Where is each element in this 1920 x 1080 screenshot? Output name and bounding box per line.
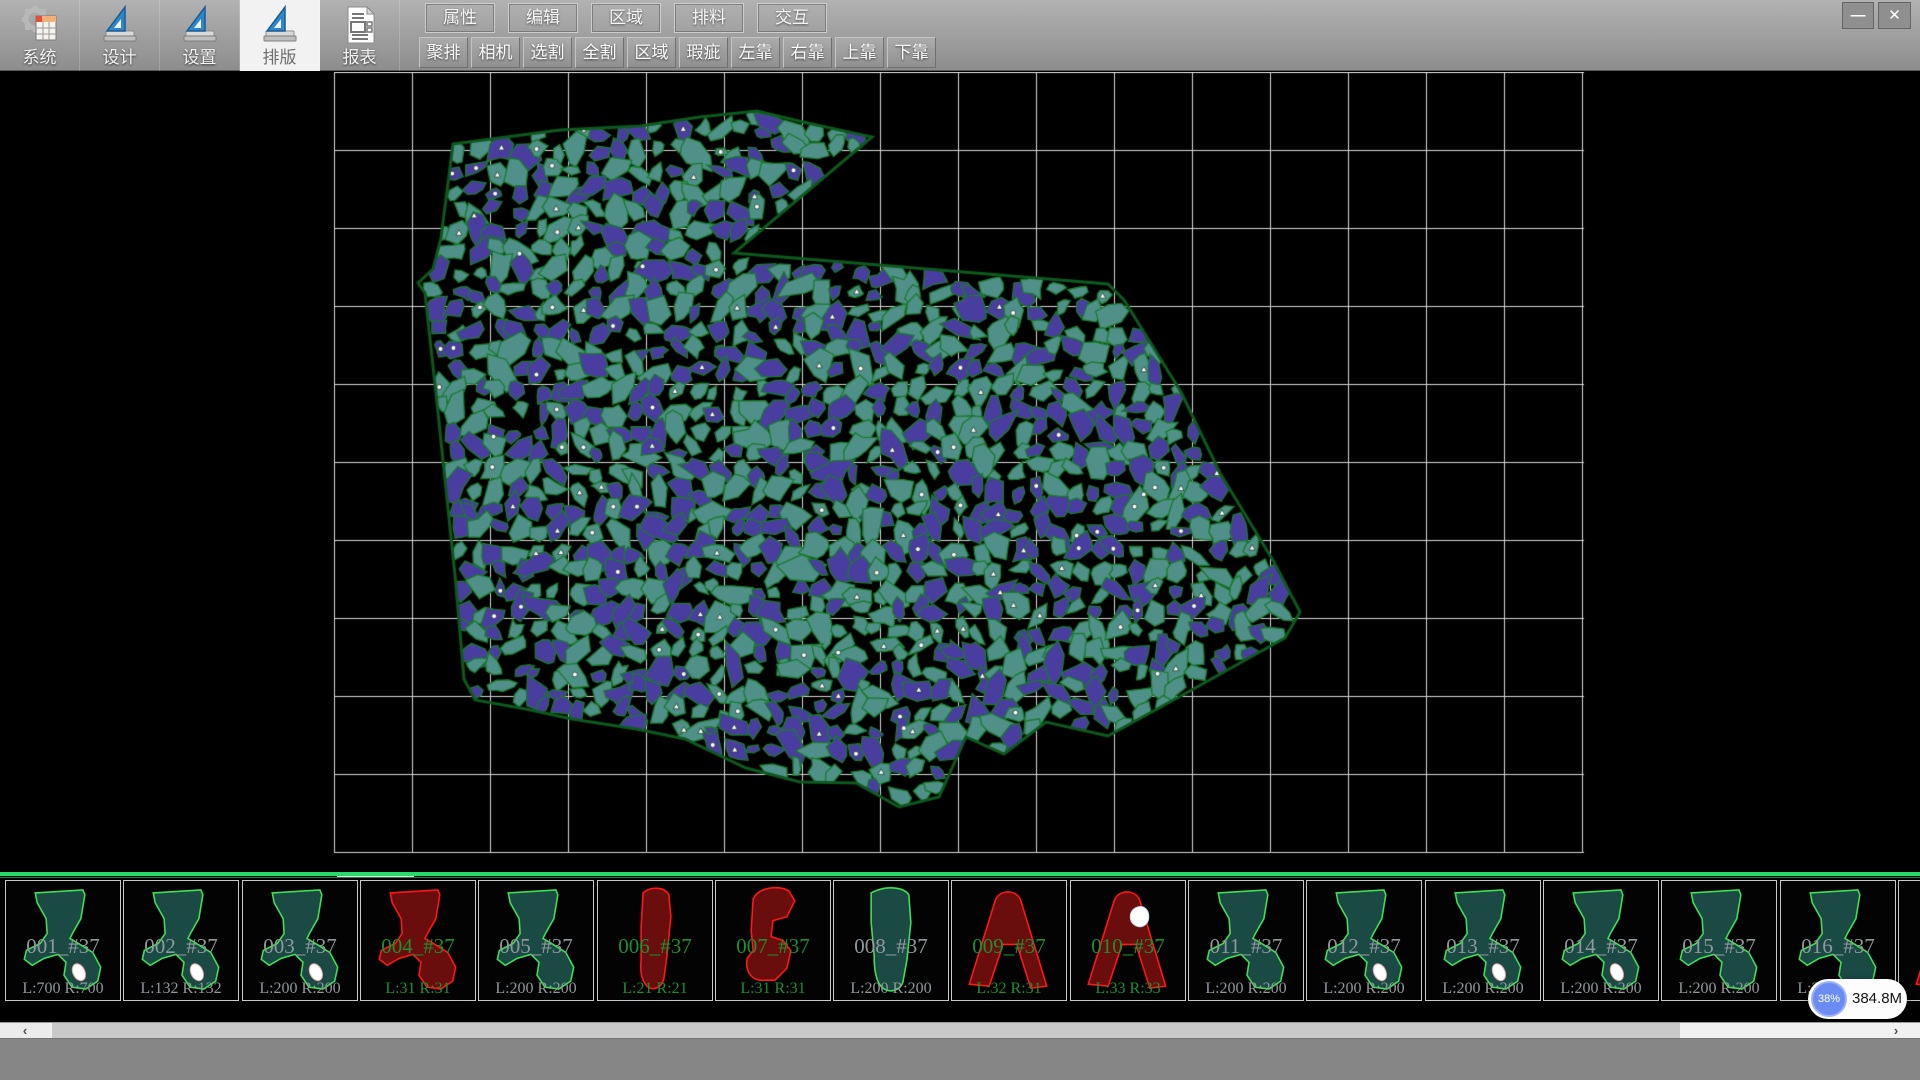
- close-button[interactable]: ✕: [1878, 2, 1911, 29]
- piece-lr-label: L:31 R:31: [716, 980, 830, 998]
- module-nesting[interactable]: 排版: [240, 0, 320, 71]
- piece-lr-label: L:200 R:200: [479, 980, 593, 998]
- tool-button-bar: 聚排相机选割全割区域瑕疵左靠右靠上靠下靠: [419, 37, 936, 68]
- piece-id-label: 004_#37: [361, 934, 475, 959]
- strip-item-010_37[interactable]: 010_#37 L:33 R:33: [1070, 880, 1186, 1001]
- module-settings[interactable]: 设置: [160, 0, 240, 71]
- module-label: 设计: [80, 43, 159, 68]
- piece-lr-label: L:132 R:132: [124, 980, 238, 998]
- piece-id-label: 012_#37: [1307, 934, 1421, 959]
- nesting-workspace[interactable]: [0, 72, 1920, 870]
- scroll-right-arrow-icon[interactable]: ›: [1884, 1023, 1908, 1038]
- report-document-icon: [339, 4, 381, 46]
- strip-item-015_37[interactable]: 015_#37 L:200 R:200: [1661, 880, 1777, 1001]
- menu-tab-region[interactable]: 区域: [591, 3, 661, 33]
- tool-snap-bottom[interactable]: 下靠: [887, 37, 936, 68]
- piece-id-label: 008_#37: [834, 934, 948, 959]
- menu-tab-nest[interactable]: 排料: [674, 3, 744, 33]
- memory-percent: 38%: [1811, 981, 1847, 1017]
- strip-item-013_37[interactable]: 013_#37 L:200 R:200: [1425, 880, 1541, 1001]
- menu-tab-edit[interactable]: 编辑: [508, 3, 578, 33]
- tool-defect[interactable]: 瑕疵: [679, 37, 728, 68]
- nesting-canvas[interactable]: [0, 72, 1920, 870]
- piece-lr-label: L:21 R:21: [598, 980, 712, 998]
- piece-id-label: 011_#37: [1189, 934, 1303, 959]
- scrollbar-thumb[interactable]: [52, 1023, 1680, 1038]
- ribbon-toolbar: 系统设计设置排版报表 属性编辑区域排料交互 聚排相机选割全割区域瑕疵左靠右靠上靠…: [0, 0, 1920, 71]
- piece-id-label: 013_#37: [1426, 934, 1540, 959]
- strip-item-008_37[interactable]: 008_#37 L:200 R:200: [833, 880, 949, 1001]
- piece-lr-label: L:200 R:200: [1307, 980, 1421, 998]
- piece-lr-label: L:200 R:200: [1189, 980, 1303, 998]
- horizontal-scrollbar[interactable]: ‹ ›: [0, 1022, 1920, 1038]
- system-gear-icon: [19, 4, 61, 46]
- strip-item-001_37[interactable]: 001_#37 L:700 R:700: [5, 880, 121, 1001]
- set-square-ruler-icon: [259, 4, 301, 46]
- strip-item-002_37[interactable]: 002_#37 L:132 R:132: [123, 880, 239, 1001]
- piece-lr-label: L:200 R:200: [834, 980, 948, 998]
- module-label: 排版: [240, 43, 319, 68]
- piece-id-label: 016_#37: [1781, 934, 1895, 959]
- module-design[interactable]: 设计: [80, 0, 160, 71]
- strip-item-003_37[interactable]: 003_#37 L:200 R:200: [242, 880, 358, 1001]
- set-square-ruler-icon: [99, 4, 141, 46]
- piece-lr-label: L:200 R:200: [243, 980, 357, 998]
- module-label: 报表: [320, 43, 399, 68]
- strip-accent-line: [0, 872, 1920, 876]
- piece-lr-label: L:31 R:31: [361, 980, 475, 998]
- piece-id-label: 001_#37: [6, 934, 120, 959]
- module-label: 系统: [0, 43, 79, 68]
- piece-id-label: 009_#37: [952, 934, 1066, 959]
- strip-item-007_37[interactable]: 007_#37 L:31 R:31: [715, 880, 831, 1001]
- module-report[interactable]: 报表: [320, 0, 400, 71]
- piece-id-label: 015_#37: [1662, 934, 1776, 959]
- minimize-button[interactable]: —: [1842, 2, 1874, 29]
- piece-lr-label: L:32 R:31: [952, 980, 1066, 998]
- piece-lr-label: L:700 R:700: [6, 980, 120, 998]
- module-system[interactable]: 系统: [0, 0, 80, 71]
- piece-id-label: 005_#37: [479, 934, 593, 959]
- tool-snap-left[interactable]: 左靠: [731, 37, 780, 68]
- strip-item-005_37[interactable]: 005_#37 L:200 R:200: [478, 880, 594, 1001]
- menu-tab-interact[interactable]: 交互: [757, 3, 827, 33]
- tool-camera[interactable]: 相机: [471, 37, 520, 68]
- piece-lr-label: L:200 R:200: [1544, 980, 1658, 998]
- strip-item-006_37[interactable]: 006_#37 L:21 R:21: [597, 880, 713, 1001]
- tool-region[interactable]: 区域: [627, 37, 676, 68]
- piece-id-label: 007_#37: [716, 934, 830, 959]
- piece-id-label: 002_#37: [124, 934, 238, 959]
- strip-item-009_37[interactable]: 009_#37 L:32 R:31: [951, 880, 1067, 1001]
- tool-cut-all[interactable]: 全割: [575, 37, 624, 68]
- app-window: 系统设计设置排版报表 属性编辑区域排料交互 聚排相机选割全割区域瑕疵左靠右靠上靠…: [0, 0, 1920, 1080]
- piece-id-label: 017_#37: [1899, 934, 1920, 959]
- piece-id-label: 003_#37: [243, 934, 357, 959]
- set-square-ruler-icon: [179, 4, 221, 46]
- tool-snap-right[interactable]: 右靠: [783, 37, 832, 68]
- module-label: 设置: [160, 43, 239, 68]
- piece-thumbnail-strip: 001_#37L:700 R:700002_#37L:132 R:132003_…: [0, 878, 1920, 1022]
- piece-lr-label: L:200 R:200: [1426, 980, 1540, 998]
- scroll-left-arrow-icon[interactable]: ‹: [0, 1023, 50, 1038]
- strip-item-014_37[interactable]: 014_#37 L:200 R:200: [1543, 880, 1659, 1001]
- piece-lr-label: L:33 R:33: [1071, 980, 1185, 998]
- menu-tab-bar: 属性编辑区域排料交互: [425, 3, 827, 33]
- piece-id-label: 014_#37: [1544, 934, 1658, 959]
- memory-value: 384.8M: [1852, 979, 1902, 1019]
- piece-id-label: 006_#37: [598, 934, 712, 959]
- strip-item-011_37[interactable]: 011_#37 L:200 R:200: [1188, 880, 1304, 1001]
- piece-id-label: 010_#37: [1071, 934, 1185, 959]
- strip-item-012_37[interactable]: 012_#37 L:200 R:200: [1306, 880, 1422, 1001]
- memory-badge[interactable]: 38% 384.8M: [1808, 979, 1907, 1019]
- strip-item-004_37[interactable]: 004_#37 L:31 R:31: [360, 880, 476, 1001]
- status-bar: [0, 1038, 1920, 1080]
- tool-snap-top[interactable]: 上靠: [835, 37, 884, 68]
- menu-tab-properties[interactable]: 属性: [425, 3, 495, 33]
- tool-cluster-nest[interactable]: 聚排: [419, 37, 468, 68]
- piece-lr-label: L:200 R:200: [1662, 980, 1776, 998]
- tool-select-cut[interactable]: 选割: [523, 37, 572, 68]
